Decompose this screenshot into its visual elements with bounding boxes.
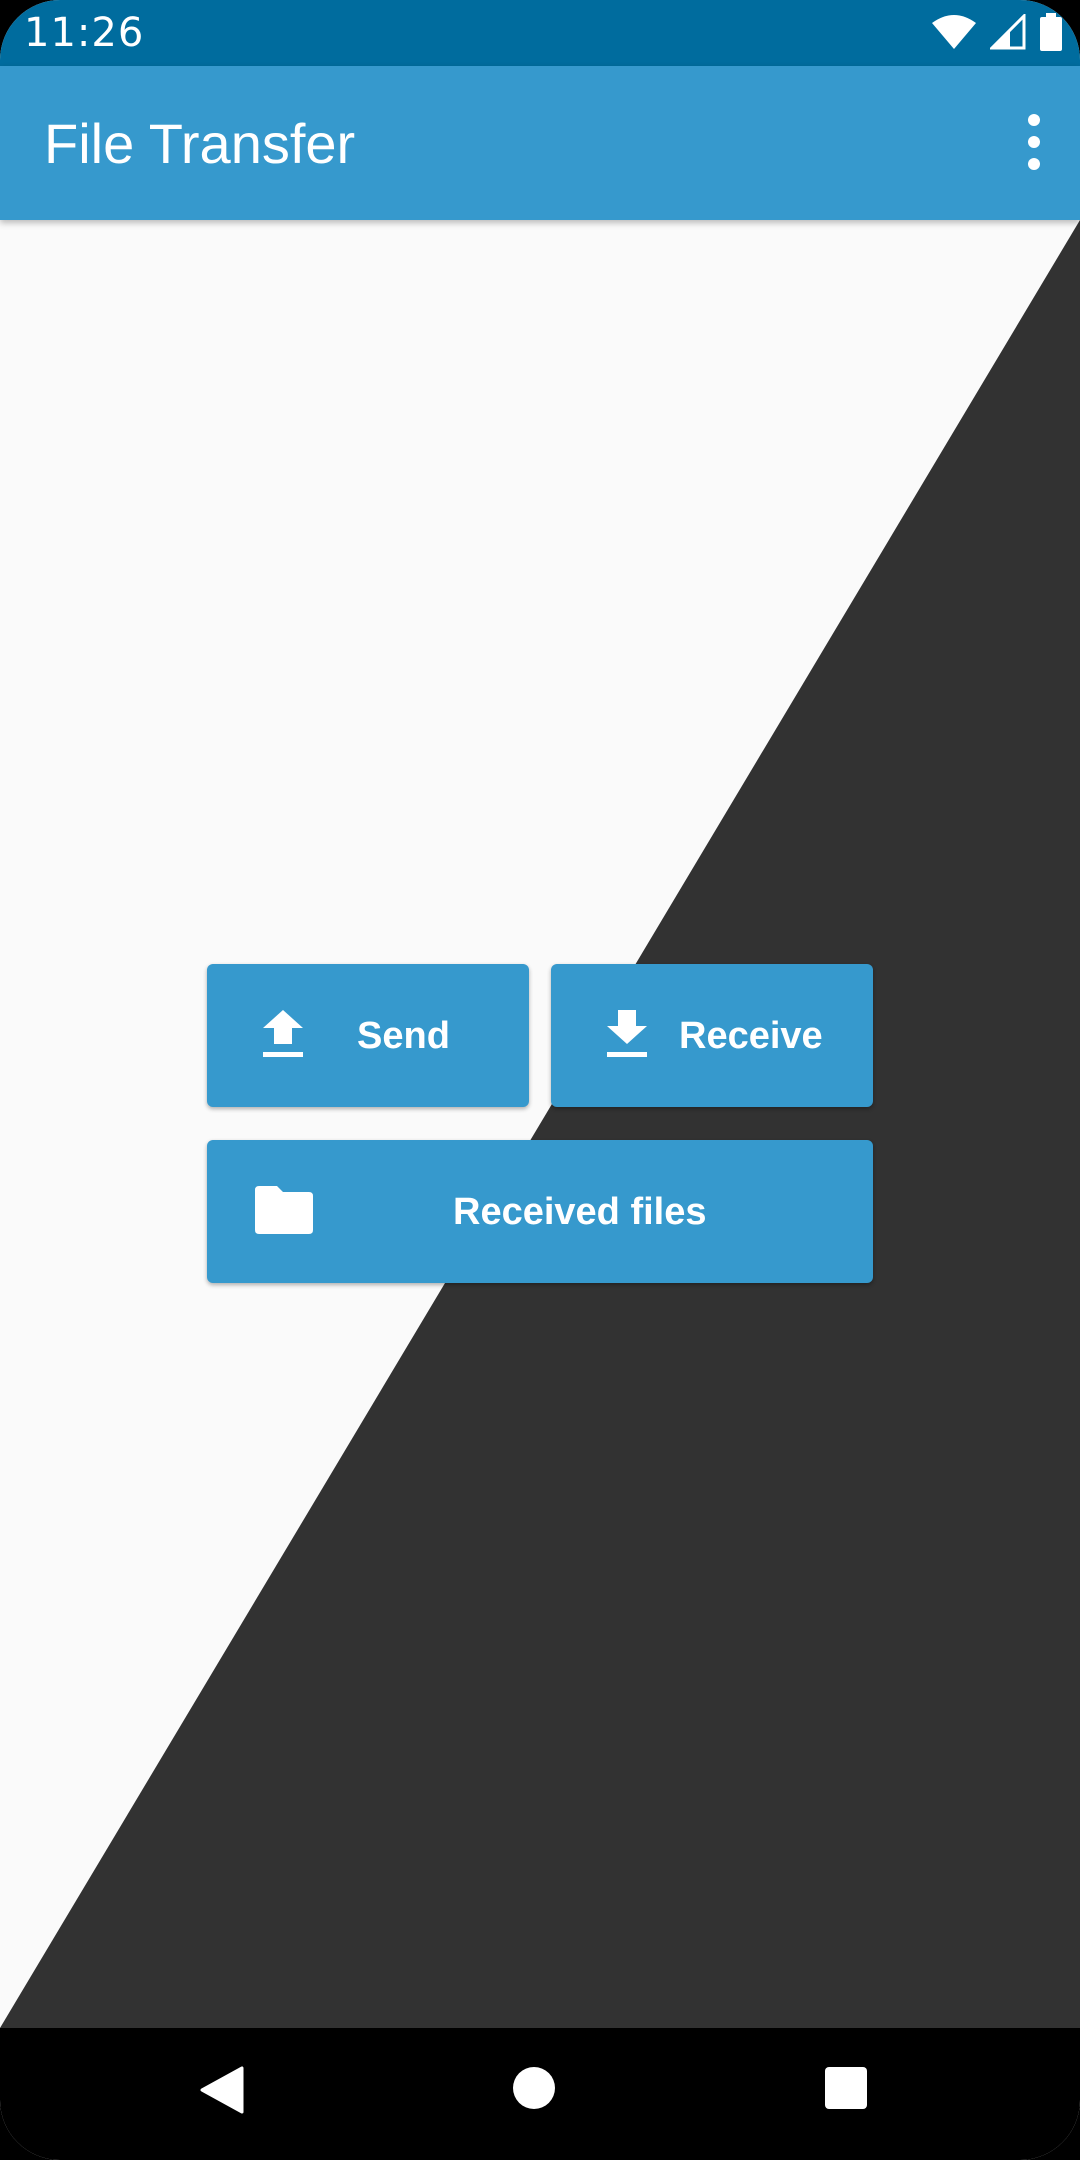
recents-icon[interactable] xyxy=(824,2066,880,2122)
app-title: File Transfer xyxy=(44,112,356,175)
received-files-button[interactable]: Received files xyxy=(207,1140,873,1283)
home-icon[interactable] xyxy=(512,2066,568,2122)
app-bar: File Transfer xyxy=(0,66,1080,220)
status-icons xyxy=(932,11,1062,56)
received-files-label: Received files xyxy=(453,1191,707,1233)
wifi-icon xyxy=(932,14,976,54)
signal-icon xyxy=(988,11,1026,55)
main-content: Send Receive Received files xyxy=(0,220,1080,2028)
back-icon[interactable] xyxy=(200,2066,256,2122)
screen: 11:26 File Transfer Send Receive Receive… xyxy=(0,0,1080,2160)
download-icon xyxy=(607,1010,647,1063)
send-button[interactable]: Send xyxy=(207,964,529,1107)
status-time: 11:26 xyxy=(24,10,145,56)
receive-label: Receive xyxy=(679,1015,823,1057)
receive-button[interactable]: Receive xyxy=(551,964,873,1107)
upload-icon xyxy=(263,1010,303,1063)
navigation-bar xyxy=(0,2028,1080,2160)
battery-icon xyxy=(1040,12,1062,56)
folder-icon xyxy=(255,1186,313,1239)
status-bar: 11:26 xyxy=(0,0,1080,66)
send-label: Send xyxy=(357,1015,450,1057)
more-vert-icon[interactable] xyxy=(1022,114,1046,170)
diagonal-background xyxy=(0,220,1080,2028)
